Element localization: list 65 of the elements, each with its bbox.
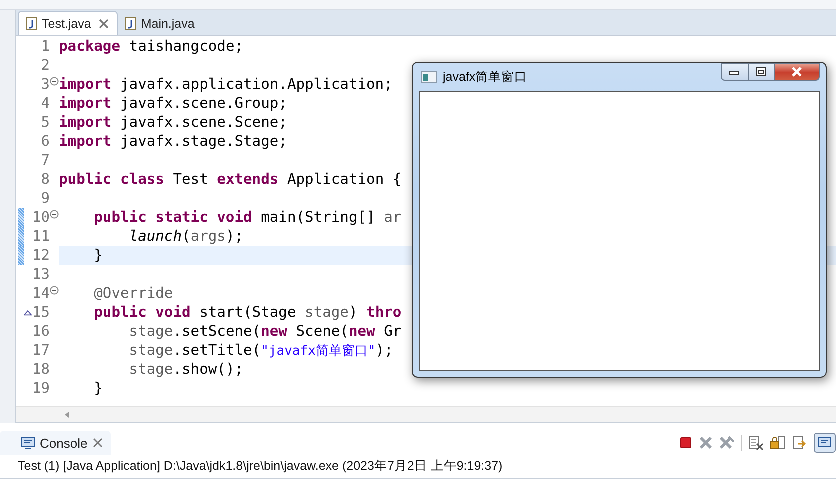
java-file-icon [125,17,136,30]
collapse-icon[interactable] [50,210,59,219]
collapse-icon[interactable] [50,77,59,86]
code-line: import javafx.stage.Stage; [59,132,288,151]
document-arrow-icon[interactable] [792,435,808,451]
line-number: 11 [32,228,50,244]
code-line: stage.setTitle("javafx简单窗口"); [128,340,394,360]
line-number: 10 [32,210,50,226]
code-line: launch(args); [128,227,244,246]
left-arrow-icon[interactable] [64,410,70,418]
line-number: 19 [32,380,50,396]
code-line: @Override [93,284,174,303]
java-file-icon [26,17,37,30]
line-number: 5 [40,114,50,130]
code-line: stage.show(); [128,360,244,379]
tab-label: Main.java [141,16,195,30]
close-icon[interactable] [92,438,103,448]
restore-icon [756,67,768,77]
close-icon[interactable] [99,18,110,28]
line-number: 1 [40,38,50,54]
code-line: import javafx.application.Application; [59,75,393,94]
line-number: 7 [40,152,50,168]
editor-tab[interactable]: Test.java [18,11,118,35]
line-number: 16 [32,324,50,340]
remove-all-icon[interactable] [719,436,735,450]
close-button[interactable] [774,63,820,81]
code-line: public class Test extends Application { [59,170,402,189]
window-title: javafx简单窗口 [443,68,528,86]
editor-tab[interactable]: Main.java [118,12,203,35]
code-line: import javafx.scene.Group; [59,94,288,113]
line-number: 9 [40,190,50,206]
line-number: 17 [32,342,50,358]
code-line: public void start(Stage stage) thro [93,303,402,322]
display-console-button[interactable] [814,433,836,453]
line-number: 6 [40,134,50,150]
code-line: } [93,246,103,265]
code-line: public static void main(String[] ar [93,208,402,227]
line-number: 3 [40,76,50,92]
line-number: 18 [32,362,50,378]
stop-icon[interactable] [679,436,693,450]
lock-icon[interactable] [770,435,786,451]
code-line: } [93,379,103,398]
console-tab[interactable]: Console [0,431,111,455]
monitor-icon [817,436,833,450]
monitor-icon [21,437,35,449]
tab-label: Console [40,436,88,450]
maximize-button[interactable] [748,63,774,81]
console-status-text: Test (1) [Java Application] D:\Java\jdk1.8\jre\bin\javaw.exe (2023年7月2日 上午9:19:37) [18,459,503,473]
code-line: stage.setScene(new Scene(new Gr [128,322,402,341]
code-line: package taishangcode; [59,37,244,56]
close-icon [790,67,804,77]
line-number: 4 [40,96,50,112]
remove-icon[interactable] [699,436,713,450]
line-number: 14 [32,286,50,302]
line-number: 15 [32,304,50,320]
minimize-button[interactable] [721,63,748,81]
code-line: import javafx.scene.Scene; [59,113,288,132]
line-number: 12 [32,248,50,264]
line-number: 13 [32,266,50,282]
collapse-icon[interactable] [50,286,59,295]
line-number: 2 [40,58,50,74]
tab-label: Test.java [42,16,92,30]
window-icon [421,71,437,83]
clear-icon[interactable] [748,435,764,451]
line-number: 8 [40,172,50,188]
